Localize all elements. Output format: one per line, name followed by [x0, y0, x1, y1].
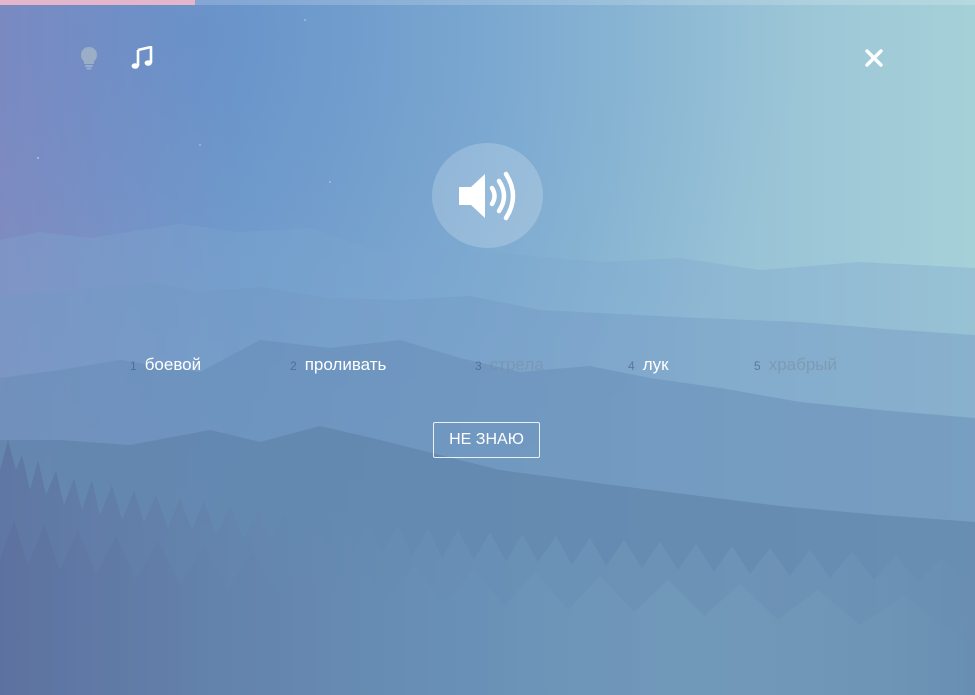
- music-button[interactable]: [125, 41, 159, 75]
- option-number: 2: [290, 359, 297, 373]
- progress-fill: [0, 0, 195, 5]
- answer-options: 1 боевой 2 проливать 3 стрела 4 лук 5 хр…: [0, 355, 975, 385]
- close-button[interactable]: [857, 41, 891, 75]
- close-icon: [865, 49, 883, 67]
- hint-button[interactable]: [72, 41, 106, 75]
- progress-bar: [0, 0, 975, 5]
- answer-option-1[interactable]: 1 боевой: [130, 355, 201, 375]
- option-number: 4: [628, 359, 635, 373]
- option-number: 1: [130, 359, 137, 373]
- speaker-volume-icon: [458, 171, 515, 220]
- option-word: проливать: [304, 355, 387, 374]
- option-number: 3: [475, 359, 482, 373]
- play-audio-button[interactable]: [432, 143, 543, 248]
- dont-know-button[interactable]: НЕ ЗНАЮ: [433, 422, 540, 458]
- music-note-icon: [131, 46, 153, 69]
- answer-option-4[interactable]: 4 лук: [628, 355, 669, 375]
- option-word: храбрый: [768, 355, 838, 374]
- lightbulb-icon: [81, 47, 97, 70]
- option-number: 5: [754, 359, 761, 373]
- option-word: лук: [642, 355, 669, 374]
- mountain-forest-landscape: [0, 19, 975, 695]
- answer-option-5[interactable]: 5 храбрый: [754, 355, 837, 375]
- option-word: стрела: [489, 355, 544, 374]
- answer-option-2[interactable]: 2 проливать: [290, 355, 386, 375]
- answer-option-3[interactable]: 3 стрела: [475, 355, 544, 375]
- option-word: боевой: [144, 355, 202, 374]
